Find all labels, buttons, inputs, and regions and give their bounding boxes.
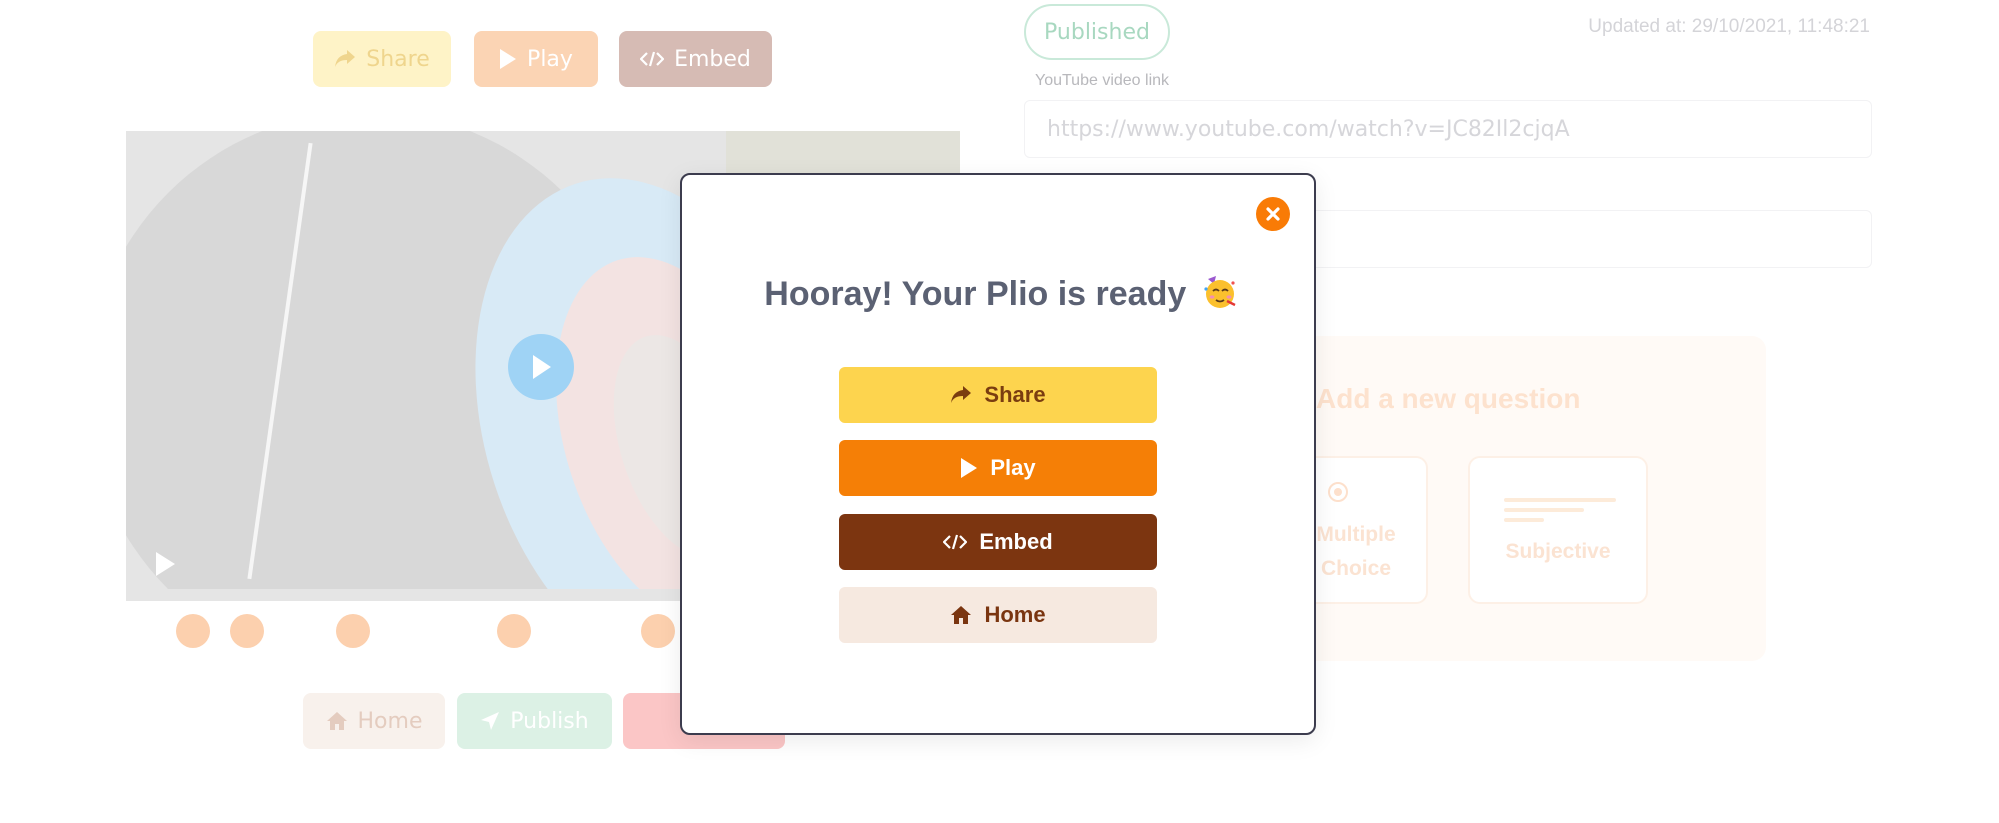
share-label: Share: [984, 382, 1046, 407]
plio-editor: Share Play Embed Home Publish Published …: [0, 0, 1999, 823]
top-embed-button[interactable]: Embed: [619, 31, 772, 87]
top-share-button[interactable]: Share: [313, 31, 451, 87]
question-marker[interactable]: [336, 614, 370, 648]
code-icon: [640, 51, 665, 67]
partying-face-icon: [1204, 276, 1236, 308]
youtube-link-label: YouTube video link: [1035, 72, 1170, 89]
radio-icon: [1328, 482, 1348, 502]
home-button[interactable]: Home: [839, 587, 1157, 643]
play-label: Play: [527, 46, 573, 72]
question-marker[interactable]: [497, 614, 531, 648]
home-label: Home: [984, 602, 1046, 627]
youtube-link-input[interactable]: https://www.youtube.com/watch?v=JC82Il2c…: [1024, 100, 1872, 158]
subjective-label: Subjective: [1505, 540, 1611, 563]
home-icon: [326, 712, 347, 730]
updated-at-text: Updated at: 29/10/2021, 11:48:21: [1588, 16, 1870, 37]
home-icon: [951, 606, 972, 624]
play-button[interactable]: Play: [839, 440, 1157, 496]
send-icon: [481, 712, 500, 730]
share-icon: [335, 50, 356, 67]
bottom-home-button[interactable]: Home: [303, 693, 445, 749]
bottom-publish-button[interactable]: Publish: [457, 693, 612, 749]
share-button[interactable]: Share: [839, 367, 1157, 423]
text-lines-icon: [1504, 498, 1616, 502]
question-marker[interactable]: [641, 614, 675, 648]
plio-ready-dialog: Hooray! Your Plio is ready Share Play Em…: [680, 173, 1316, 735]
code-icon: [943, 534, 968, 550]
status-badge: Published: [1024, 4, 1170, 60]
video-play-icon[interactable]: [508, 334, 574, 400]
publish-label: Publish: [510, 708, 589, 734]
subjective-question-card[interactable]: Subjective: [1468, 456, 1648, 604]
play-icon: [961, 458, 978, 478]
add-question-title: Add a new question: [1316, 383, 1581, 414]
share-icon: [951, 386, 972, 403]
play-label: Play: [990, 455, 1036, 480]
play-icon: [500, 49, 517, 69]
player-play-icon[interactable]: [154, 551, 176, 582]
question-marker[interactable]: [230, 614, 264, 648]
embed-label: Embed: [979, 529, 1053, 554]
close-icon[interactable]: [1256, 197, 1290, 231]
home-label: Home: [357, 708, 423, 734]
dialog-title-text: Hooray! Your Plio is ready: [764, 275, 1187, 313]
share-label: Share: [366, 46, 430, 72]
embed-button[interactable]: Embed: [839, 514, 1157, 570]
dialog-title: Hooray! Your Plio is ready: [682, 275, 1318, 314]
top-play-button[interactable]: Play: [474, 31, 598, 87]
embed-label: Embed: [674, 46, 751, 72]
question-marker[interactable]: [176, 614, 210, 648]
